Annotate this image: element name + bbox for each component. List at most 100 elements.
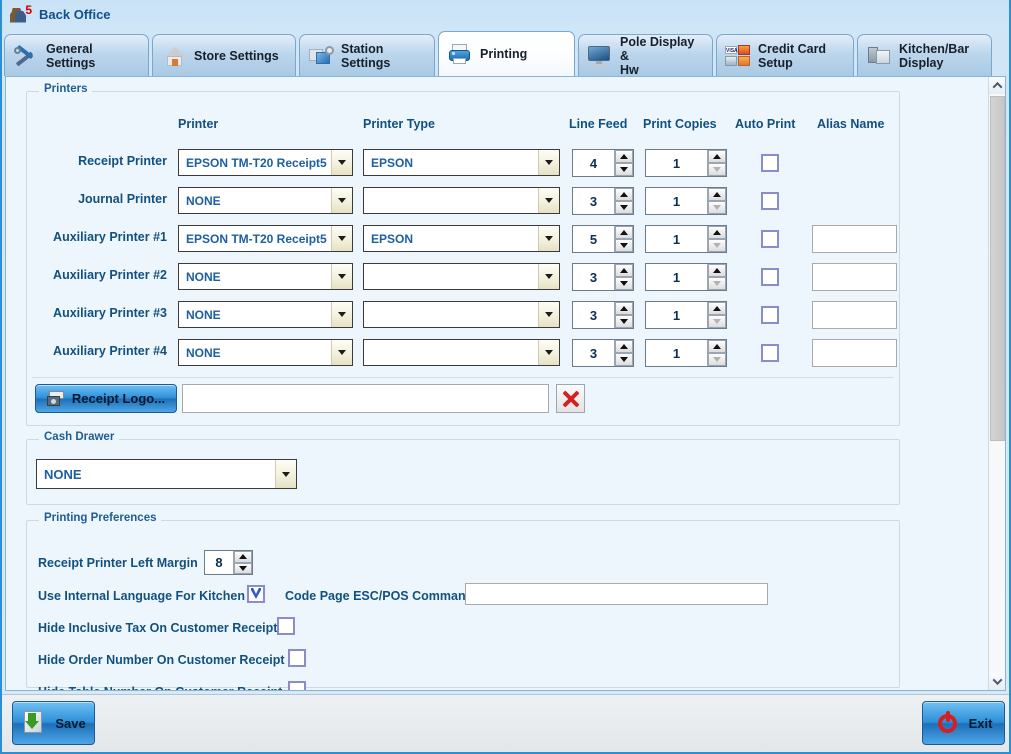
cashier-icon: 5 (10, 3, 32, 25)
hide-inclusive-tax-checkbox[interactable] (277, 617, 295, 635)
chevron-down-icon (331, 264, 352, 289)
stepper-up-button[interactable] (615, 226, 633, 239)
stepper-up-button[interactable] (708, 302, 726, 315)
stepper-up-button[interactable] (708, 340, 726, 353)
tab-label: Store Settings (194, 48, 279, 63)
alias-name-input-auxiliary-printer-2[interactable] (812, 263, 897, 291)
print-copies-stepper-auxiliary-printer-2[interactable]: 1 (645, 263, 727, 291)
chevron-down-icon (275, 460, 296, 488)
power-off-icon (935, 710, 961, 736)
printer-select-auxiliary-printer-1[interactable]: EPSON TM-T20 Receipt5 (178, 225, 353, 252)
auto-print-checkbox-auxiliary-printer-3[interactable] (761, 306, 779, 324)
stepper-up-button[interactable] (234, 551, 252, 563)
stepper-down-button[interactable] (615, 239, 633, 252)
printer-select-auxiliary-printer-2[interactable]: NONE (178, 263, 353, 290)
print-copies-value: 1 (672, 269, 681, 285)
kitchen-display-icon (866, 44, 892, 68)
stepper-up-button[interactable] (615, 188, 633, 201)
scrollbar-thumb[interactable] (990, 96, 1005, 441)
receipt-logo-button[interactable]: Receipt Logo... (35, 384, 177, 413)
tab-pole-display-hw[interactable]: Pole Display & Hw (578, 34, 713, 77)
scroll-down-button[interactable] (989, 673, 1005, 690)
stepper-down-button[interactable] (708, 201, 726, 214)
hide-order-number-checkbox[interactable] (288, 649, 306, 667)
scroll-up-button[interactable] (989, 77, 1005, 94)
stepper-down-button[interactable] (615, 315, 633, 328)
vertical-scrollbar[interactable] (988, 77, 1005, 690)
row-label-auxiliary-printer-1: Auxiliary Printer #1 (53, 230, 167, 244)
stepper-up-button[interactable] (615, 264, 633, 277)
code-page-command-input[interactable] (465, 583, 768, 605)
print-copies-stepper-auxiliary-printer-4[interactable]: 1 (645, 339, 727, 367)
printer-select-auxiliary-printer-3[interactable]: NONE (178, 301, 353, 328)
tab-store-settings[interactable]: Store Settings (152, 34, 296, 76)
hide-table-number-checkbox[interactable] (288, 681, 306, 690)
printer-type-select-auxiliary-printer-3[interactable] (363, 301, 560, 328)
line-feed-stepper-journal-printer[interactable]: 3 (572, 187, 634, 215)
receipt-logo-path-input[interactable] (182, 384, 549, 413)
printer-type-select-auxiliary-printer-2[interactable] (363, 263, 560, 290)
chevron-down-icon (538, 188, 559, 213)
print-copies-stepper-receipt-printer[interactable]: 1 (645, 149, 727, 177)
stepper-down-button[interactable] (708, 239, 726, 252)
stepper-up-button[interactable] (708, 226, 726, 239)
chevron-down-icon (538, 226, 559, 251)
printer-type-select-auxiliary-printer-1[interactable]: EPSON (363, 225, 560, 252)
exit-button[interactable]: Exit (922, 701, 1005, 745)
stepper-down-button[interactable] (234, 562, 252, 574)
auto-print-checkbox-journal-printer[interactable] (761, 192, 779, 210)
auto-print-checkbox-receipt-printer[interactable] (761, 154, 779, 172)
row-label-journal-printer: Journal Printer (78, 192, 167, 206)
stepper-up-button[interactable] (708, 150, 726, 163)
printers-group: Printers (26, 83, 900, 426)
print-copies-stepper-auxiliary-printer-3[interactable]: 1 (645, 301, 727, 329)
printer-type-select-auxiliary-printer-4[interactable] (363, 339, 560, 366)
use-internal-language-checkbox[interactable] (247, 585, 265, 603)
stepper-up-button[interactable] (708, 188, 726, 201)
line-feed-stepper-auxiliary-printer-2[interactable]: 3 (572, 263, 634, 291)
stepper-down-button[interactable] (615, 277, 633, 290)
stepper-up-button[interactable] (615, 302, 633, 315)
line-feed-stepper-auxiliary-printer-3[interactable]: 3 (572, 301, 634, 329)
printer-select-receipt-printer[interactable]: EPSON TM-T20 Receipt5 (178, 149, 353, 176)
alias-name-input-auxiliary-printer-1[interactable] (812, 225, 897, 253)
tab-kitchen-bar-display[interactable]: Kitchen/Bar Display (857, 34, 992, 76)
printer-type-select-journal-printer[interactable] (363, 187, 560, 214)
clear-receipt-logo-button[interactable] (556, 384, 585, 413)
printer-type-select-receipt-printer[interactable]: EPSON (363, 149, 560, 176)
auto-print-checkbox-auxiliary-printer-4[interactable] (761, 344, 779, 362)
line-feed-stepper-receipt-printer[interactable]: 4 (572, 149, 634, 177)
stepper-down-button[interactable] (615, 201, 633, 214)
printer-select-value: EPSON TM-T20 Receipt5 (186, 231, 327, 246)
alias-name-input-auxiliary-printer-4[interactable] (812, 339, 897, 367)
stepper-down-button[interactable] (708, 163, 726, 176)
stepper-down-button[interactable] (615, 163, 633, 176)
tab-general-settings[interactable]: General Settings (4, 34, 149, 76)
alias-name-input-auxiliary-printer-3[interactable] (812, 301, 897, 329)
auto-print-checkbox-auxiliary-printer-1[interactable] (761, 230, 779, 248)
tab-credit-card-setup[interactable]: VISA Credit Card Setup (716, 34, 854, 76)
line-feed-stepper-auxiliary-printer-1[interactable]: 5 (572, 225, 634, 253)
stepper-up-button[interactable] (708, 264, 726, 277)
line-feed-stepper-auxiliary-printer-4[interactable]: 3 (572, 339, 634, 367)
printer-select-journal-printer[interactable]: NONE (178, 187, 353, 214)
tab-printing[interactable]: Printing (438, 31, 575, 76)
receipt-printer-left-margin-stepper[interactable]: 8 (204, 550, 253, 575)
print-copies-stepper-journal-printer[interactable]: 1 (645, 187, 727, 215)
stepper-down-button[interactable] (615, 353, 633, 366)
stepper-up-button[interactable] (615, 340, 633, 353)
footer-bar: Save Exit (2, 694, 1009, 752)
stepper-up-button[interactable] (615, 150, 633, 163)
stepper-down-button[interactable] (708, 315, 726, 328)
exit-button-label: Exit (968, 715, 993, 731)
printer-select-auxiliary-printer-4[interactable]: NONE (178, 339, 353, 366)
auto-print-checkbox-auxiliary-printer-2[interactable] (761, 268, 779, 286)
wrench-icon (13, 44, 39, 68)
print-copies-stepper-auxiliary-printer-1[interactable]: 1 (645, 225, 727, 253)
save-button[interactable]: Save (12, 701, 95, 745)
stepper-down-button[interactable] (708, 277, 726, 290)
tab-station-settings[interactable]: Station Settings (299, 34, 435, 76)
cash-drawer-select[interactable]: NONE (36, 459, 297, 489)
chevron-down-icon (538, 150, 559, 175)
stepper-down-button[interactable] (708, 353, 726, 366)
